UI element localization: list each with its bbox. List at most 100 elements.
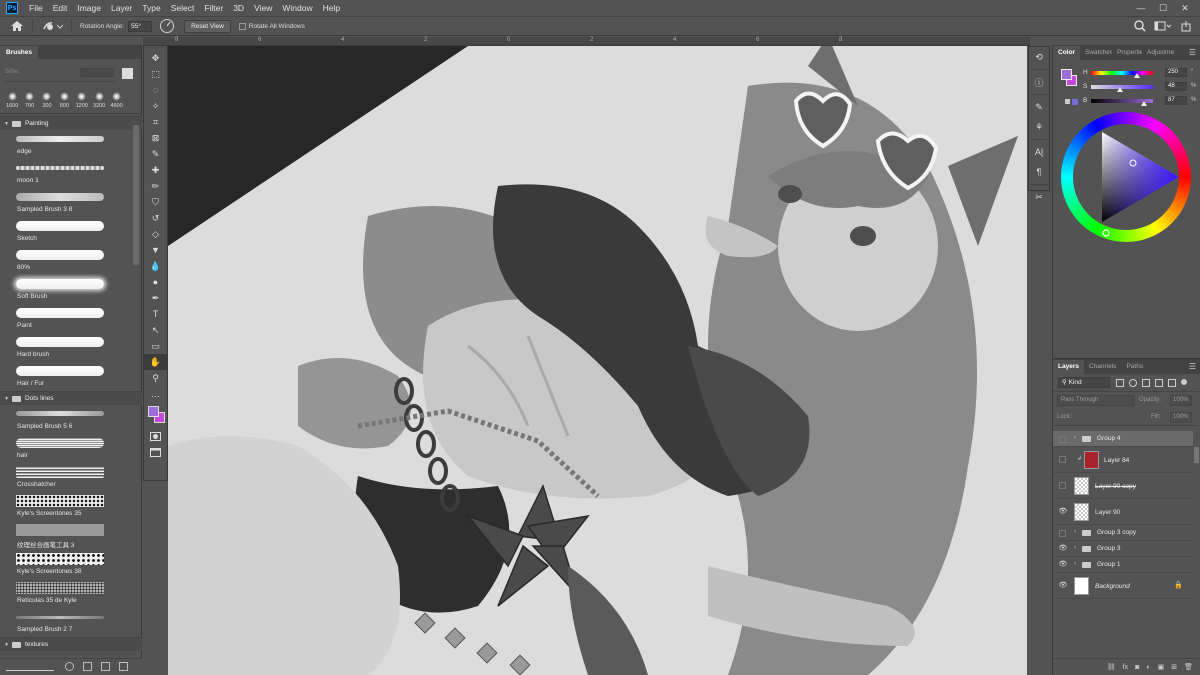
chevron-right-icon[interactable]: › <box>1074 561 1076 567</box>
brush-tip[interactable]: 800 <box>56 87 72 113</box>
hue-slider[interactable] <box>1091 71 1153 75</box>
brush-item[interactable]: 纹理丝合画笔工具 3 <box>0 521 142 550</box>
layers-scrollbar[interactable] <box>1194 447 1199 463</box>
mask-icon[interactable]: ◙ <box>1135 664 1139 671</box>
menu-layer[interactable]: Layer <box>106 0 137 16</box>
magic-wand-icon[interactable]: ✧ <box>144 98 167 114</box>
foreground-color-swatch[interactable] <box>148 406 159 417</box>
eye-icon[interactable] <box>65 662 74 671</box>
tab-channels[interactable]: Channels <box>1084 360 1121 374</box>
hue-input[interactable]: 250 <box>1165 68 1187 77</box>
paragraph-icon[interactable]: ¶ <box>1029 162 1049 182</box>
brush-item[interactable]: hair <box>0 434 142 463</box>
tool-presets-icon[interactable]: ✂ <box>1029 187 1049 207</box>
visibility-toggle[interactable] <box>1059 530 1066 537</box>
new-layer-icon[interactable]: ⊞ <box>1171 663 1177 671</box>
brush-tip[interactable]: 3200 <box>91 87 107 113</box>
pixel-filter-icon[interactable] <box>1116 378 1124 387</box>
saturation-thumb[interactable] <box>1117 87 1123 92</box>
home-icon[interactable] <box>10 20 24 32</box>
tab-adjustments[interactable]: Adjustments <box>1142 46 1174 60</box>
minimize-button[interactable]: — <box>1130 0 1152 16</box>
brush-tip[interactable]: 1200 <box>74 87 90 113</box>
document-canvas[interactable] <box>168 46 1027 675</box>
gamut-warning-icon[interactable] <box>1065 98 1079 106</box>
layer-row[interactable]: ↲ Layer 84 <box>1053 447 1193 473</box>
menu-edit[interactable]: Edit <box>48 0 73 16</box>
color-wheel[interactable] <box>1061 112 1191 242</box>
rotate-view-tool-icon[interactable] <box>41 20 63 32</box>
layer-row[interactable]: 👁 Layer 90 <box>1053 499 1193 525</box>
layer-row[interactable]: › Group 3 copy <box>1053 525 1193 541</box>
eye-icon[interactable]: 👁 <box>1058 582 1068 590</box>
hue-thumb[interactable] <box>1134 73 1140 78</box>
size-input[interactable] <box>80 68 114 77</box>
filter-toggle-icon[interactable] <box>1181 378 1187 385</box>
layer-kind-select[interactable]: ⚲ Kind <box>1058 377 1110 388</box>
layer-row[interactable]: 👁 Background 🔒 <box>1053 573 1193 599</box>
brush-item[interactable]: Sketch <box>0 217 142 246</box>
brush-item[interactable]: Paint <box>0 304 142 333</box>
menu-file[interactable]: File <box>24 0 48 16</box>
maximize-button[interactable]: ☐ <box>1152 0 1174 16</box>
brush-item[interactable]: Sampled Brush 3 8 <box>0 188 142 217</box>
chevron-right-icon[interactable]: › <box>1074 545 1076 551</box>
shape-icon[interactable]: ▭ <box>144 338 167 354</box>
brush-tip[interactable]: 700 <box>21 87 37 113</box>
adjustment-filter-icon[interactable] <box>1129 378 1137 387</box>
rotate-all-windows-checkbox[interactable] <box>238 22 246 30</box>
layer-row[interactable]: 👁 › Group 3 <box>1053 541 1193 557</box>
history-brush-icon[interactable]: ↺ <box>144 210 167 226</box>
more-icon[interactable]: … <box>144 386 167 402</box>
brush-item[interactable]: Hair / Fur <box>0 362 142 391</box>
crop-icon[interactable]: ⌗ <box>144 114 167 130</box>
tab-layers[interactable]: Layers <box>1053 360 1084 374</box>
visibility-toggle[interactable] <box>1059 482 1066 489</box>
healing-icon[interactable]: ✚ <box>144 162 167 178</box>
adjustment-icon[interactable]: ◐ <box>1146 664 1150 671</box>
fx-icon[interactable]: fx <box>1123 664 1128 671</box>
tab-paths[interactable]: Paths <box>1121 360 1148 374</box>
link-icon[interactable]: ⛓ <box>1107 663 1116 671</box>
bucket-icon[interactable]: ▼ <box>144 242 167 258</box>
menu-type[interactable]: Type <box>137 0 165 16</box>
trash-icon[interactable] <box>119 662 128 671</box>
info-icon[interactable]: ⓘ <box>1029 72 1049 92</box>
new-folder-icon[interactable] <box>83 662 92 671</box>
brush-item[interactable]: Sampled Brush 2 7 <box>0 608 142 637</box>
search-icon[interactable] <box>1134 20 1146 32</box>
hand-icon[interactable]: ✋ <box>144 354 167 370</box>
zoom-icon[interactable]: ⚲ <box>144 370 167 386</box>
blur-icon[interactable]: 💧 <box>144 258 167 274</box>
fill-input[interactable]: 100% <box>1170 412 1192 423</box>
visibility-toggle[interactable] <box>1059 456 1066 463</box>
brush-item[interactable]: edge <box>0 130 142 159</box>
brush-item[interactable]: Crosshatcher <box>0 463 142 492</box>
chevron-right-icon[interactable]: › <box>1074 435 1076 441</box>
marquee-icon[interactable]: ⬚ <box>144 66 167 82</box>
brush-item[interactable]: moon 1 <box>0 159 142 188</box>
screen-mode-icon[interactable] <box>144 444 167 460</box>
photoshop-logo[interactable]: Ps <box>6 2 18 14</box>
brush-tip[interactable]: 300 <box>39 87 55 113</box>
lasso-icon[interactable]: ◌ <box>144 82 167 98</box>
size-slider[interactable] <box>5 81 115 82</box>
color-triangle[interactable] <box>1061 112 1191 242</box>
brightness-thumb[interactable] <box>1141 101 1147 106</box>
menu-window[interactable]: Window <box>277 0 317 16</box>
brush-settings-icon[interactable]: ✎ <box>1029 97 1049 117</box>
brush-item[interactable]: Retículas 35 de Kyle <box>0 579 142 608</box>
dodge-icon[interactable]: ● <box>144 274 167 290</box>
brush-tip[interactable]: 1600 <box>4 87 20 113</box>
layer-row[interactable]: › Group 4 <box>1053 431 1193 447</box>
shape-filter-icon[interactable] <box>1155 378 1163 387</box>
menu-image[interactable]: Image <box>72 0 106 16</box>
character-icon[interactable]: A| <box>1029 142 1049 162</box>
eraser-icon[interactable]: ◇ <box>144 226 167 242</box>
brush-icon[interactable]: ✏ <box>144 178 167 194</box>
eye-icon[interactable]: 👁 <box>1058 508 1068 516</box>
menu-view[interactable]: View <box>249 0 277 16</box>
tab-properties[interactable]: Properties <box>1112 46 1142 60</box>
type-filter-icon[interactable] <box>1142 378 1150 387</box>
brush-item[interactable]: Soft Brush <box>0 275 142 304</box>
